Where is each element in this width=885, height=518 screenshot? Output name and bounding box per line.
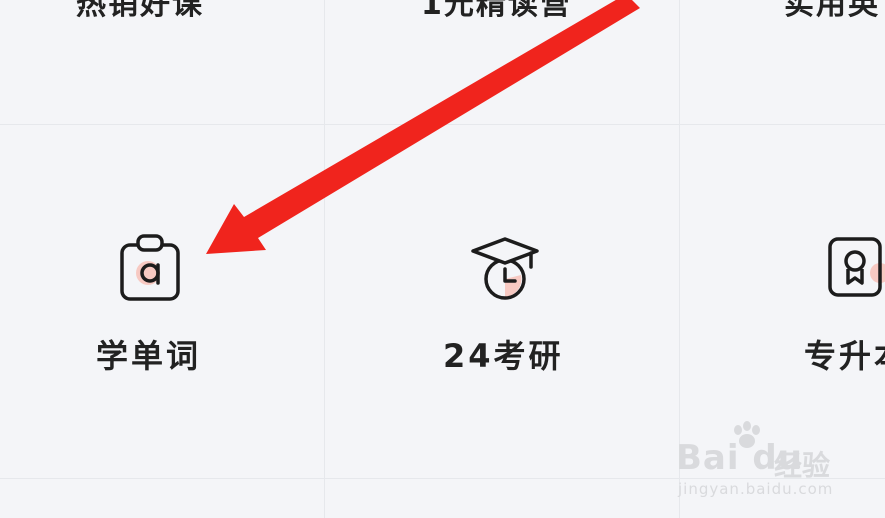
grid-item-learn-words[interactable]: 学单词 bbox=[0, 125, 324, 478]
watermark-jingyan: 经验 bbox=[774, 449, 831, 482]
grid-item-label: 学单词 bbox=[96, 337, 202, 375]
grid-item-label: 实用英 bbox=[784, 0, 880, 22]
grid-item-label: 专升本 bbox=[804, 337, 885, 375]
paw-icon bbox=[734, 421, 760, 448]
grid-item-label: 1元精读营 bbox=[421, 0, 572, 22]
grid-item-postgrad-exam[interactable]: 24考研 bbox=[325, 125, 679, 478]
grid-item-label: 24考研 bbox=[443, 337, 564, 375]
grid-item-intensive-reading-camp[interactable]: 1元精读营 bbox=[325, 0, 679, 124]
grid-item-practical-english[interactable]: 实用英 bbox=[680, 0, 885, 124]
graduation-cap-clock-icon bbox=[471, 237, 539, 300]
clipboard-letter-a-icon bbox=[120, 234, 180, 301]
watermark-url: jingyan.baidu.com bbox=[678, 480, 834, 498]
grid-item-hot-courses[interactable]: 热销好课 bbox=[0, 0, 324, 124]
grid-item-label: 热销好课 bbox=[76, 0, 204, 22]
baidu-jingyan-watermark: Bai du 经验 jingyan.baidu.com bbox=[676, 420, 876, 500]
certificate-badge-icon bbox=[828, 237, 885, 297]
